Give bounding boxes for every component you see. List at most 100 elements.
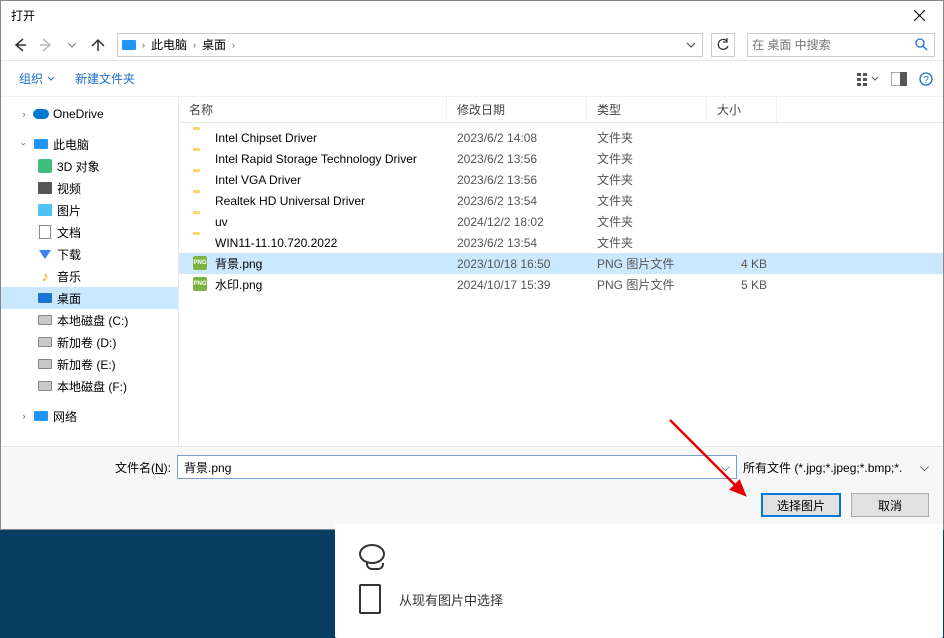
png-icon: PNG <box>193 277 209 293</box>
sidebar-item[interactable]: 3D 对象 <box>1 155 178 177</box>
monitor-icon <box>33 136 49 152</box>
sidebar-item-label: 视频 <box>57 180 81 197</box>
sidebar-item[interactable]: 新加卷 (E:) <box>1 353 178 375</box>
chevron-down-icon <box>67 40 77 50</box>
breadcrumb-segment[interactable]: 桌面 <box>198 36 230 53</box>
nav-arrows <box>9 34 109 56</box>
folder-icon <box>193 172 209 188</box>
search-box[interactable] <box>747 33 935 57</box>
sidebar-item[interactable]: 下载 <box>1 243 178 265</box>
filetype-value: 所有文件 (*.jpg;*.jpeg;*.bmp;*. <box>743 459 902 476</box>
chevron-right-icon: › <box>230 40 237 50</box>
file-date: 2023/6/2 13:54 <box>447 194 587 208</box>
file-date: 2024/12/2 18:02 <box>447 215 587 229</box>
disk-icon <box>37 378 53 394</box>
open-button[interactable]: 选择图片 <box>761 493 841 517</box>
breadcrumb[interactable]: › 此电脑 › 桌面 › <box>117 33 703 57</box>
preview-icon <box>891 72 907 86</box>
folder-icon <box>193 214 209 230</box>
file-row[interactable]: PNG水印.png2024/10/17 15:39PNG 图片文件5 KB <box>179 274 943 295</box>
sidebar-item-this-pc[interactable]: ›此电脑 <box>1 133 178 155</box>
breadcrumb-dropdown[interactable] <box>682 40 700 50</box>
file-row[interactable]: Intel Rapid Storage Technology Driver202… <box>179 148 943 169</box>
png-icon: PNG <box>193 256 209 272</box>
filename-input[interactable]: 背景.png ⌵ <box>177 455 737 479</box>
breadcrumb-segment[interactable]: 此电脑 <box>147 36 191 53</box>
file-open-dialog: 打开 › 此电脑 › 桌面 › 组织 <box>0 0 944 530</box>
chevron-down-icon <box>686 40 696 50</box>
file-row[interactable]: PNG背景.png2023/10/18 16:50PNG 图片文件4 KB <box>179 253 943 274</box>
organize-menu[interactable]: 组织 <box>19 70 55 87</box>
sidebar-item[interactable]: 图片 <box>1 199 178 221</box>
search-button[interactable] <box>912 38 930 51</box>
file-size: 4 KB <box>707 257 777 271</box>
column-name[interactable]: 名称 <box>179 97 447 122</box>
file-type: PNG 图片文件 <box>587 276 707 293</box>
view-icon <box>857 72 879 86</box>
sidebar-item-label: 桌面 <box>57 290 81 307</box>
file-row[interactable]: uv2024/12/2 18:02文件夹 <box>179 211 943 232</box>
network-icon <box>33 408 49 424</box>
sidebar-item-label: 3D 对象 <box>57 158 100 175</box>
file-row[interactable]: Intel Chipset Driver2023/6/2 14:08文件夹 <box>179 127 943 148</box>
sidebar-item[interactable]: 新加卷 (D:) <box>1 331 178 353</box>
sidebar-item[interactable]: ♪音乐 <box>1 265 178 287</box>
close-button[interactable] <box>901 4 937 26</box>
cancel-button[interactable]: 取消 <box>851 493 929 517</box>
file-name: uv <box>215 215 228 229</box>
file-date: 2023/6/2 14:08 <box>447 131 587 145</box>
filename-label: 文件名(N): <box>115 459 171 476</box>
help-button[interactable]: ? <box>919 72 933 86</box>
column-type[interactable]: 类型 <box>587 97 707 122</box>
file-date: 2023/10/18 16:50 <box>447 257 587 271</box>
close-icon <box>914 10 925 21</box>
chevron-down-icon[interactable]: ⌵ <box>721 460 730 475</box>
doc-icon <box>37 224 53 240</box>
column-date[interactable]: 修改日期 <box>447 97 587 122</box>
sidebar-item-label: 下载 <box>57 246 81 263</box>
file-date: 2023/6/2 13:56 <box>447 152 587 166</box>
folder-icon <box>193 193 209 209</box>
refresh-button[interactable] <box>711 33 735 57</box>
chevron-right-icon: › <box>191 40 198 50</box>
onedrive-icon <box>33 106 49 122</box>
file-row[interactable]: Realtek HD Universal Driver2023/6/2 13:5… <box>179 190 943 211</box>
sidebar-item[interactable]: 本地磁盘 (F:) <box>1 375 178 397</box>
folder-icon <box>193 130 209 146</box>
choose-existing-label[interactable]: 从现有图片中选择 <box>399 590 503 609</box>
view-options[interactable] <box>857 72 879 86</box>
sidebar-item-label: 新加卷 (E:) <box>57 356 116 373</box>
disk-icon <box>37 356 53 372</box>
file-row[interactable]: Intel VGA Driver2023/6/2 13:56文件夹 <box>179 169 943 190</box>
forward-button[interactable] <box>35 34 57 56</box>
folder-icon <box>193 151 209 167</box>
svg-text:?: ? <box>923 75 929 86</box>
titlebar: 打开 <box>1 1 943 29</box>
column-size[interactable]: 大小 <box>707 97 777 122</box>
search-input[interactable] <box>752 38 912 52</box>
file-list: 名称 修改日期 类型 大小 Intel Chipset Driver 2023/6… <box>179 97 943 446</box>
sidebar-item-label: 网络 <box>53 408 77 425</box>
file-date: 2024/10/17 15:39 <box>447 278 587 292</box>
preview-pane-button[interactable] <box>891 72 907 86</box>
back-button[interactable] <box>9 34 31 56</box>
column-headers: 名称 修改日期 类型 大小 <box>179 97 943 123</box>
sidebar-item[interactable]: 本地磁盘 (C:) <box>1 309 178 331</box>
file-row[interactable]: WIN11-11.10.720.20222023/6/2 13:54文件夹 <box>179 232 943 253</box>
monitor-icon <box>120 36 138 54</box>
new-folder-button[interactable]: 新建文件夹 <box>75 70 135 87</box>
sidebar-item[interactable]: 视频 <box>1 177 178 199</box>
sidebar-item[interactable]: 桌面 <box>1 287 178 309</box>
file-size: 5 KB <box>707 278 777 292</box>
filetype-select[interactable]: 所有文件 (*.jpg;*.jpeg;*.bmp;*. ⌵ <box>743 459 929 476</box>
sidebar-item-onedrive[interactable]: ›OneDrive <box>1 103 178 125</box>
dialog-footer: 文件名(N): 背景.png ⌵ 所有文件 (*.jpg;*.jpeg;*.bm… <box>1 446 943 529</box>
recent-dropdown[interactable] <box>61 34 83 56</box>
file-name: 背景.png <box>215 255 262 272</box>
sidebar-item-network[interactable]: ›网络 <box>1 405 178 427</box>
disk-icon <box>37 312 53 328</box>
file-name: Intel Chipset Driver <box>215 131 317 145</box>
sidebar-item[interactable]: 文档 <box>1 221 178 243</box>
up-button[interactable] <box>87 34 109 56</box>
file-type: 文件夹 <box>587 171 707 188</box>
